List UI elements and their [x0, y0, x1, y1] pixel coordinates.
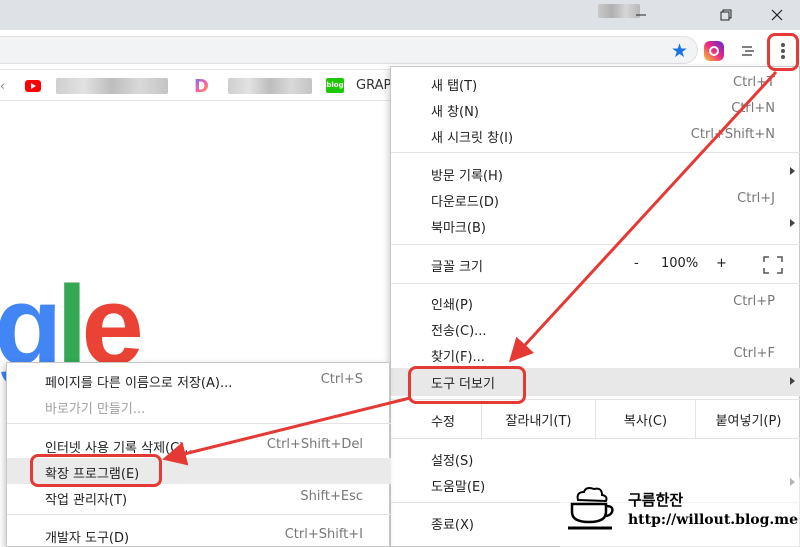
- zoom-value: 100%: [661, 256, 699, 271]
- kebab-menu-icon[interactable]: [770, 38, 796, 64]
- menu-item-shortcut: Ctrl+N: [731, 101, 775, 116]
- submenu-item-task-manager[interactable]: 작업 관리자(T) Shift+Esc: [7, 484, 391, 510]
- menu-item-label: 전송(C)...: [431, 324, 487, 339]
- list-icon[interactable]: [740, 43, 756, 59]
- menu-item-history[interactable]: 방문 기록(H): [391, 161, 800, 187]
- menu-item-label: 북마크(B): [431, 221, 486, 236]
- menu-item-label: 도구 더보기: [431, 377, 495, 392]
- menu-item-label: 방문 기록(H): [431, 169, 503, 184]
- address-bar[interactable]: [0, 36, 698, 64]
- submenu-item-save-page[interactable]: 페이지를 다른 이름으로 저장(A)... Ctrl+S: [7, 367, 391, 393]
- d-logo-icon[interactable]: D: [194, 76, 209, 97]
- menu-item-label: 새 시크릿 창(I): [431, 131, 514, 146]
- youtube-icon[interactable]: [25, 80, 41, 92]
- minimize-icon[interactable]: [618, 0, 664, 30]
- menu-item-label: 다운로드(D): [431, 195, 499, 210]
- menu-item-shortcut: Shift+Esc: [300, 489, 363, 504]
- menu-item-edit: 수정 잘라내기(T) 복사(C) 붙여넣기(P): [391, 400, 800, 438]
- restore-icon[interactable]: [703, 0, 749, 30]
- menu-divider: [391, 438, 800, 439]
- title-bar: [0, 0, 800, 30]
- menu-item-label: 확장 프로그램(E): [45, 467, 140, 482]
- menu-item-shortcut: Ctrl+Shift+I: [284, 527, 363, 542]
- submenu-item-dev-tools[interactable]: 개발자 도구(D) Ctrl+Shift+I: [7, 522, 391, 547]
- menu-item-shortcut: Ctrl+S: [320, 372, 363, 387]
- zoom-out-button[interactable]: -: [634, 256, 639, 282]
- bookmark-label[interactable]: GRAP: [356, 78, 391, 93]
- copy-button[interactable]: 복사(C): [595, 400, 695, 438]
- menu-divider: [391, 152, 800, 153]
- menu-item-label: 개발자 도구(D): [45, 531, 130, 546]
- coffee-cup-icon: [568, 487, 614, 530]
- submenu-item-clear-data[interactable]: 인터넷 사용 기록 삭제(C)... Ctrl+Shift+Del: [7, 432, 391, 458]
- menu-item-label: 인터넷 사용 기록 삭제(C)...: [45, 441, 197, 456]
- menu-item-label: 작업 관리자(T): [45, 493, 128, 508]
- menu-divider: [7, 514, 391, 515]
- menu-item-label: 새 탭(T): [431, 79, 478, 94]
- submenu-item-create-shortcut[interactable]: 바로가기 만들기...: [7, 393, 391, 419]
- instagram-icon[interactable]: [704, 41, 724, 61]
- menu-item-more-tools[interactable]: 도구 더보기: [391, 368, 800, 396]
- menu-item-label: 인쇄(P): [431, 298, 473, 313]
- submenu-arrow-icon: [790, 377, 795, 385]
- more-tools-submenu: 페이지를 다른 이름으로 저장(A)... Ctrl+S 바로가기 만들기...…: [6, 362, 391, 547]
- blog-icon[interactable]: blog: [326, 78, 344, 93]
- menu-item-shortcut: Ctrl+Shift+Del: [266, 437, 363, 452]
- chrome-main-menu: 새 탭(T) Ctrl+T 새 창(N) Ctrl+N 새 시크릿 창(I) C…: [390, 66, 800, 547]
- cut-button[interactable]: 잘라내기(T): [481, 400, 595, 438]
- menu-item-label: 설정(S): [431, 454, 474, 469]
- blurred-bookmark[interactable]: [228, 78, 312, 94]
- menu-item-label: 수정: [431, 415, 455, 430]
- bookmarks-chevron[interactable]: ‹: [0, 79, 5, 93]
- menu-item-label: 종료(X): [431, 518, 474, 533]
- menu-item-zoom: 글꼴 크기 - 100% +: [391, 252, 800, 278]
- menu-item-shortcut: Ctrl+Shift+N: [690, 127, 775, 142]
- menu-item-label: 바로가기 만들기...: [45, 402, 146, 417]
- menu-item-shortcut: Ctrl+T: [733, 75, 775, 90]
- menu-item-label: 글꼴 크기: [431, 260, 483, 275]
- blurred-bookmark[interactable]: [56, 78, 168, 94]
- menu-divider: [391, 244, 800, 245]
- submenu-arrow-icon: [790, 219, 795, 227]
- submenu-arrow-icon: [790, 167, 795, 175]
- menu-item-downloads[interactable]: 다운로드(D) Ctrl+J: [391, 187, 800, 213]
- menu-item-shortcut: Ctrl+F: [733, 346, 775, 361]
- menu-item-label: 페이지를 다른 이름으로 저장(A)...: [45, 376, 233, 391]
- menu-item-print[interactable]: 인쇄(P) Ctrl+P: [391, 290, 800, 316]
- menu-item-label: 새 창(N): [431, 105, 479, 120]
- menu-item-label: 도움말(E): [431, 480, 486, 495]
- fullscreen-icon[interactable]: [763, 256, 783, 274]
- menu-item-shortcut: Ctrl+P: [733, 294, 775, 309]
- menu-item-new-tab[interactable]: 새 탭(T) Ctrl+T: [391, 71, 800, 97]
- menu-item-bookmarks[interactable]: 북마크(B): [391, 213, 800, 239]
- paste-button[interactable]: 붙여넣기(P): [695, 400, 800, 438]
- close-icon[interactable]: [754, 0, 800, 30]
- menu-item-settings[interactable]: 설정(S): [391, 446, 800, 472]
- menu-item-label: 찾기(F)...: [431, 350, 485, 365]
- menu-item-incognito[interactable]: 새 시크릿 창(I) Ctrl+Shift+N: [391, 123, 800, 149]
- watermark-title: 구름한잔: [628, 491, 684, 509]
- watermark-url: http://willout.blog.me: [628, 512, 798, 528]
- menu-item-shortcut: Ctrl+J: [737, 191, 775, 206]
- menu-item-new-window[interactable]: 새 창(N) Ctrl+N: [391, 97, 800, 123]
- menu-item-find[interactable]: 찾기(F)... Ctrl+F: [391, 342, 800, 368]
- menu-divider: [391, 283, 800, 284]
- zoom-in-button[interactable]: +: [716, 256, 727, 282]
- menu-item-cast[interactable]: 전송(C)...: [391, 316, 800, 342]
- star-icon[interactable]: ★: [671, 42, 688, 61]
- menu-divider: [7, 423, 391, 424]
- submenu-item-extensions[interactable]: 확장 프로그램(E): [7, 458, 391, 484]
